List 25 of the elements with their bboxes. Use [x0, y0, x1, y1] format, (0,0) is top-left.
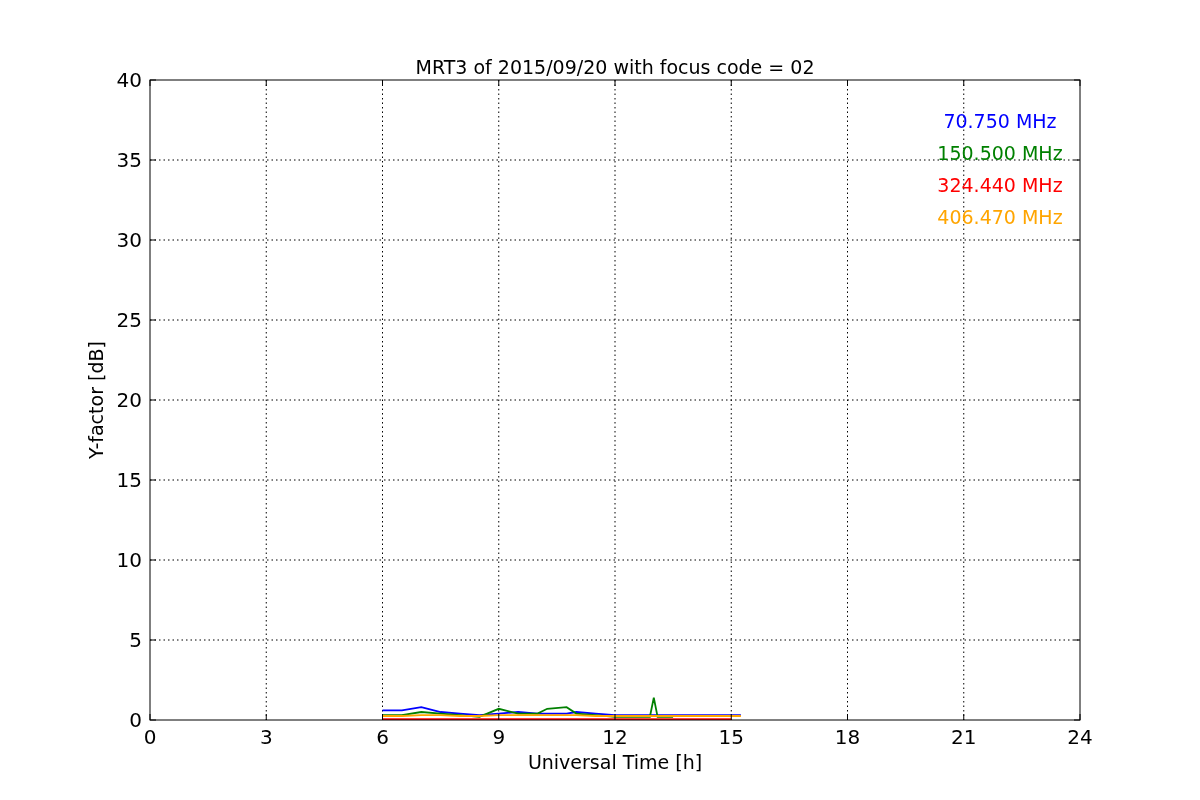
y-tick-label: 30 [116, 228, 142, 252]
y-tick-label: 10 [116, 548, 142, 572]
x-tick-label: 18 [834, 725, 861, 749]
x-tick-label: 6 [376, 725, 389, 749]
x-axis-label: Universal Time [h] [527, 751, 703, 773]
legend-label: 406.470 MHz [937, 206, 1063, 228]
legend-label: 150.500 MHz [937, 142, 1063, 164]
y-tick-label: 15 [116, 468, 142, 492]
y-tick-label: 20 [116, 388, 142, 412]
x-tick-label: 3 [259, 725, 273, 749]
y-tick-label: 5 [129, 628, 142, 652]
x-tick-label: 24 [1067, 725, 1093, 749]
x-tick-label: 21 [951, 725, 977, 749]
chart-title: MRT3 of 2015/09/20 with focus code = 02 [415, 56, 815, 78]
y-axis-label: Y-factor [dB] [85, 341, 107, 459]
y-tick-label: 35 [116, 148, 142, 172]
legend-label: 324.440 MHz [937, 174, 1063, 196]
y-tick-label: 40 [116, 68, 142, 92]
x-tick-label: 15 [718, 725, 744, 749]
x-tick-label: 0 [143, 725, 157, 749]
legend-label: 70.750 MHz [943, 110, 1057, 132]
x-tick-label: 12 [602, 725, 628, 749]
x-tick-label: 9 [492, 725, 506, 749]
y-tick-label: 0 [129, 708, 142, 732]
y-tick-label: 25 [116, 308, 142, 332]
